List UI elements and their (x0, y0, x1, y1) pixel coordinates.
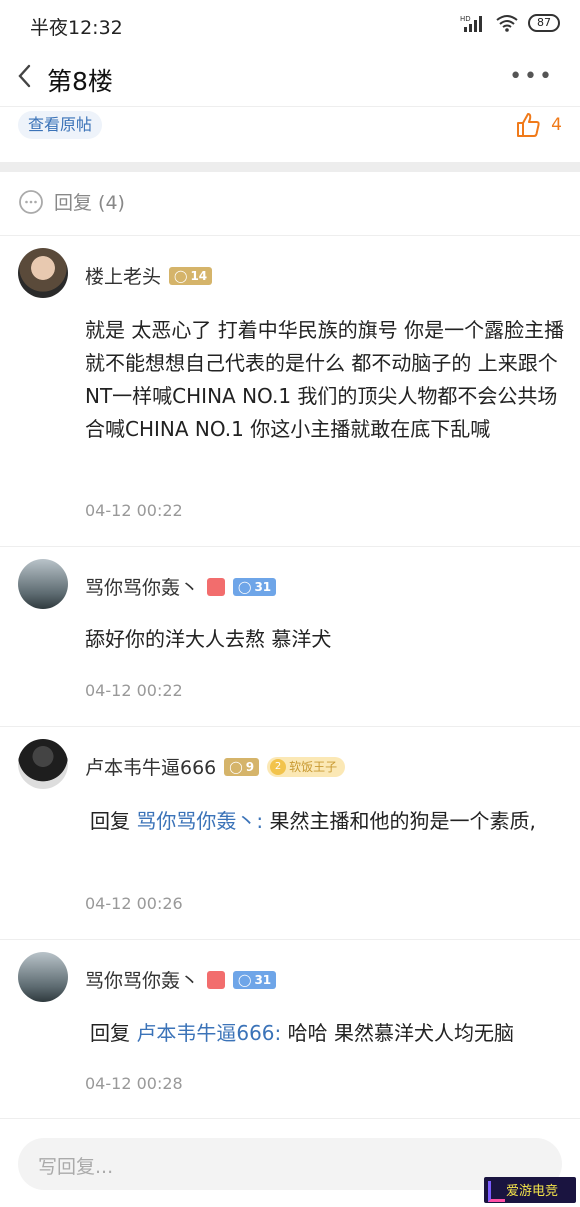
status-time: 半夜12:32 (30, 17, 123, 39)
nav-bar: 第8楼 ••• (0, 50, 580, 106)
username-row: 卢本韦牛逼666 ◯ 9 2 软饭王子 (85, 753, 346, 780)
more-options-icon[interactable]: ••• (509, 64, 554, 89)
badge-icon: ◯ (238, 972, 252, 987)
battery-indicator: 87 (528, 14, 560, 32)
avatar[interactable] (18, 739, 68, 789)
username[interactable]: 卢本韦牛逼666 (85, 753, 216, 780)
level-badge: ◯ 31 (233, 577, 277, 596)
status-bar: 半夜12:32 HD 87 (0, 0, 580, 50)
reply-target-link[interactable]: 卢本韦牛逼666: (136, 1021, 281, 1045)
username-row: 骂你骂你轰丶 ◯ 31 (85, 966, 277, 993)
comment-item: 楼上老头 ◯ 14 就是 太恶心了 打着中华民族的旗号 你是一个露脸主播 就不能想… (0, 236, 580, 547)
comment-item: 骂你骂你轰丶 ◯ 31 舔好你的洋大人去熬 慕洋犬 04-12 00:22 (0, 547, 580, 727)
comment-text: 舔好你的洋大人去熬 慕洋犬 (85, 627, 332, 651)
comment-item: 卢本韦牛逼666 ◯ 9 2 软饭王子 回复 骂你骂你轰丶: 果然主播和他的狗是一个… (0, 727, 580, 940)
comment-item: 骂你骂你轰丶 ◯ 31 回复 卢本韦牛逼666: 哈哈 果然慕洋犬人均无脑 04-… (0, 940, 580, 1119)
comment-text: 就是 太恶心了 打着中华民族的旗号 你是一个露脸主播 就不能想想自己代表的是什么… (85, 318, 565, 441)
svg-text:HD: HD (460, 15, 471, 23)
level-badge: ◯ 14 (169, 266, 213, 285)
signal-icon: HD (460, 15, 482, 32)
comment-time: 04-12 00:26 (85, 894, 183, 913)
watermark-text: 爱游电竞 (506, 1184, 559, 1199)
search-badge-icon (207, 577, 226, 596)
reply-prefix: 回复 (90, 809, 130, 833)
divider (0, 106, 580, 107)
replies-header: 回复 (4) (18, 188, 125, 215)
view-original-button[interactable]: 查看原帖 (18, 111, 103, 139)
badge-icon: ◯ (238, 579, 252, 594)
replies-title: 回复 (4) (54, 192, 125, 214)
status-icons: HD 87 (460, 14, 560, 32)
section-separator (0, 162, 580, 172)
username[interactable]: 骂你骂你轰丶 (85, 966, 199, 993)
comment-text: 回复 卢本韦牛逼666: 哈哈 果然慕洋犬人均无脑 (90, 1017, 565, 1050)
like-button[interactable]: 4 (515, 112, 562, 138)
logo-icon (488, 1181, 505, 1202)
avatar[interactable] (18, 248, 68, 298)
comment-time: 04-12 00:22 (85, 501, 183, 520)
level-badge: ◯ 9 (224, 757, 260, 776)
username-row: 骂你骂你轰丶 ◯ 31 (85, 573, 277, 600)
reply-prefix: 回复 (90, 1021, 130, 1045)
username-row: 楼上老头 ◯ 14 (85, 262, 213, 289)
thumbs-up-icon (517, 113, 540, 137)
reply-body: 果然主播和他的狗是一个素质, (269, 809, 536, 833)
watermark-logo: 爱游电竞 (484, 1177, 576, 1203)
avatar[interactable] (18, 559, 68, 609)
comment-text: 回复 骂你骂你轰丶: 果然主播和他的狗是一个素质, (90, 805, 565, 838)
badge-icon: ◯ (229, 759, 243, 774)
avatar[interactable] (18, 952, 68, 1002)
back-arrow-icon[interactable] (14, 62, 38, 90)
username[interactable]: 楼上老头 (85, 262, 161, 289)
like-count: 4 (551, 115, 562, 135)
comment-time: 04-12 00:28 (85, 1074, 183, 1093)
badge-icon: ◯ (174, 268, 188, 283)
reply-input-placeholder: 写回复... (38, 1156, 114, 1178)
search-badge-icon (207, 970, 226, 989)
level-badge: ◯ 31 (233, 970, 277, 989)
comment-time: 04-12 00:22 (85, 681, 183, 700)
reply-body: 哈哈 果然慕洋犬人均无脑 (287, 1021, 514, 1045)
title-badge: 2 软饭王子 (267, 756, 346, 777)
reply-target-link[interactable]: 骂你骂你轰丶: (136, 809, 263, 833)
wifi-icon (496, 15, 518, 32)
page-title: 第8楼 (47, 67, 113, 96)
comment-bubble-icon (19, 189, 43, 214)
reply-input[interactable]: 写回复... (18, 1138, 562, 1190)
username[interactable]: 骂你骂你轰丶 (85, 573, 199, 600)
